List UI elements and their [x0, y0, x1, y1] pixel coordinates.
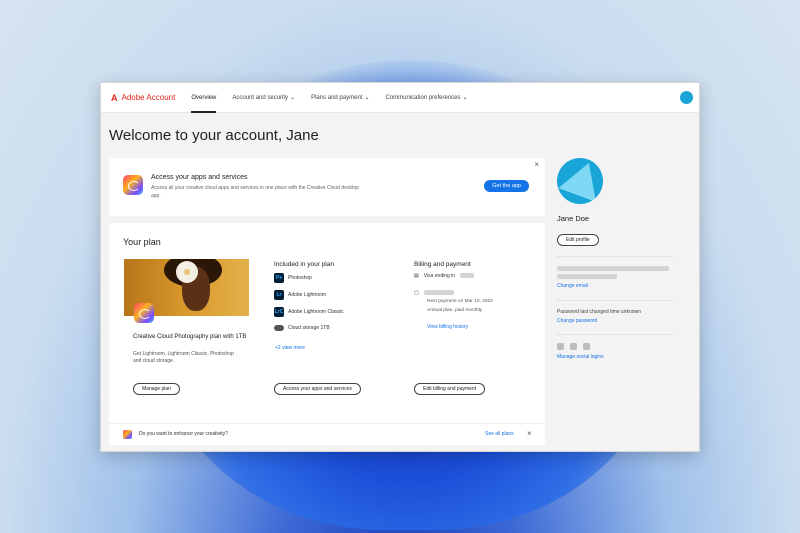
card-icon: ▤	[414, 273, 419, 279]
view-more-link[interactable]: +2 view more	[275, 345, 305, 351]
user-avatar[interactable]	[680, 91, 693, 104]
close-icon[interactable]: ×	[534, 160, 539, 169]
included-item-lightroom-classic[interactable]: LrC Adobe Lightroom Classic	[274, 307, 344, 317]
redacted-text	[423, 290, 454, 295]
included-item-label: Photoshop	[288, 275, 312, 281]
email-row-2	[557, 274, 617, 281]
upsell-bar: Do you want to enhance your creativity? …	[109, 423, 545, 445]
browser-window: A Adobe Account Overview Account and sec…	[100, 82, 700, 452]
manage-plan-button[interactable]: Manage plan	[133, 383, 180, 395]
your-plan-card: Your plan Creative Cloud Photography pla…	[109, 223, 545, 445]
edit-profile-button[interactable]: Edit profile	[557, 234, 599, 246]
change-password-link[interactable]: Change password	[557, 318, 597, 324]
plan-name: Creative Cloud Photography plan with 1TB	[133, 334, 247, 340]
photoshop-icon: Ps	[274, 273, 284, 283]
see-all-plans-link[interactable]: See all plans	[485, 431, 514, 437]
nav-item-communication[interactable]: Communication preferences ⌄	[385, 83, 467, 113]
included-item-label: Cloud storage 1TB	[288, 325, 330, 331]
brand[interactable]: A Adobe Account	[111, 93, 175, 103]
divider	[557, 334, 673, 335]
nav-item-label: Account and security	[232, 94, 289, 101]
payment-method-row: ▤ Visa ending in	[414, 273, 475, 279]
chevron-down-icon: ⌄	[364, 95, 370, 101]
receipt-icon: ▢	[414, 290, 419, 296]
billing-heading: Billing and payment	[414, 261, 471, 268]
included-item-label: Adobe Lightroom	[288, 292, 327, 298]
apple-icon	[557, 343, 564, 350]
billing-history-link[interactable]: View billing history	[427, 324, 468, 330]
edit-billing-button[interactable]: Edit billing and payment	[414, 383, 486, 395]
nav-item-label: Communication preferences	[385, 94, 461, 101]
billing-cycle: Annual plan, paid monthly	[427, 308, 483, 313]
page-title: Welcome to your account, Jane	[109, 127, 319, 144]
creative-cloud-icon	[134, 303, 154, 323]
included-item-label: Adobe Lightroom Classic	[288, 309, 344, 315]
nav-item-label: Plans and payment	[311, 94, 363, 101]
nav-item-account-security[interactable]: Account and security ⌄	[232, 83, 295, 113]
google-icon	[583, 343, 590, 350]
plan-price-row: ▢	[414, 290, 454, 296]
brand-name: Adobe Account	[121, 93, 176, 102]
redacted-text	[557, 266, 669, 271]
redacted-text	[557, 274, 617, 279]
manage-social-logins-link[interactable]: Manage social logins	[557, 354, 604, 360]
profile-name: Jane Doe	[557, 214, 590, 223]
divider	[557, 256, 673, 257]
profile-avatar[interactable]	[557, 158, 603, 204]
included-item-cloud-storage: Cloud storage 1TB	[274, 325, 330, 331]
social-logins	[557, 343, 590, 350]
included-item-photoshop[interactable]: Ps Photoshop	[274, 273, 312, 283]
chevron-down-icon: ⌄	[290, 95, 296, 101]
close-icon[interactable]: ×	[527, 429, 532, 438]
app-promo-card: Access your apps and services Access all…	[109, 158, 545, 216]
promo-title: Access your apps and services	[151, 174, 248, 181]
adobe-logo-icon: A	[111, 92, 118, 103]
redacted-text	[460, 273, 475, 278]
get-app-button[interactable]: Get the app	[484, 180, 529, 192]
nav-item-plans-payment[interactable]: Plans and payment ⌄	[311, 83, 369, 113]
next-payment: Next payment on Mar 10, 2022	[427, 299, 493, 304]
promo-body: Access all your creative cloud apps and …	[151, 185, 359, 199]
included-heading: Included in your plan	[274, 261, 334, 268]
upsell-question: Do you want to enhance your creativity?	[139, 431, 228, 437]
divider	[557, 300, 673, 301]
plan-heading: Your plan	[123, 237, 161, 247]
cloud-icon	[274, 325, 284, 331]
card-label: Visa ending in	[423, 273, 456, 279]
password-status: Password last changed time unknown	[557, 309, 641, 315]
top-navigation: A Adobe Account Overview Account and sec…	[101, 83, 699, 113]
nav-item-overview[interactable]: Overview	[191, 83, 217, 113]
change-email-link[interactable]: Change email	[557, 283, 588, 289]
plan-description: Get Lightroom, Lightroom Classic, Photos…	[133, 351, 234, 364]
chevron-down-icon: ⌄	[462, 95, 468, 101]
nav-item-label: Overview	[191, 94, 217, 101]
creative-cloud-icon	[123, 175, 143, 195]
facebook-icon	[570, 343, 577, 350]
email-row	[557, 266, 669, 273]
lightroom-icon: Lr	[274, 290, 284, 300]
lightroom-classic-icon: LrC	[274, 307, 284, 317]
access-apps-button[interactable]: Access your apps and services	[274, 383, 361, 395]
included-item-lightroom[interactable]: Lr Adobe Lightroom	[274, 290, 326, 300]
creative-cloud-icon	[123, 430, 132, 439]
